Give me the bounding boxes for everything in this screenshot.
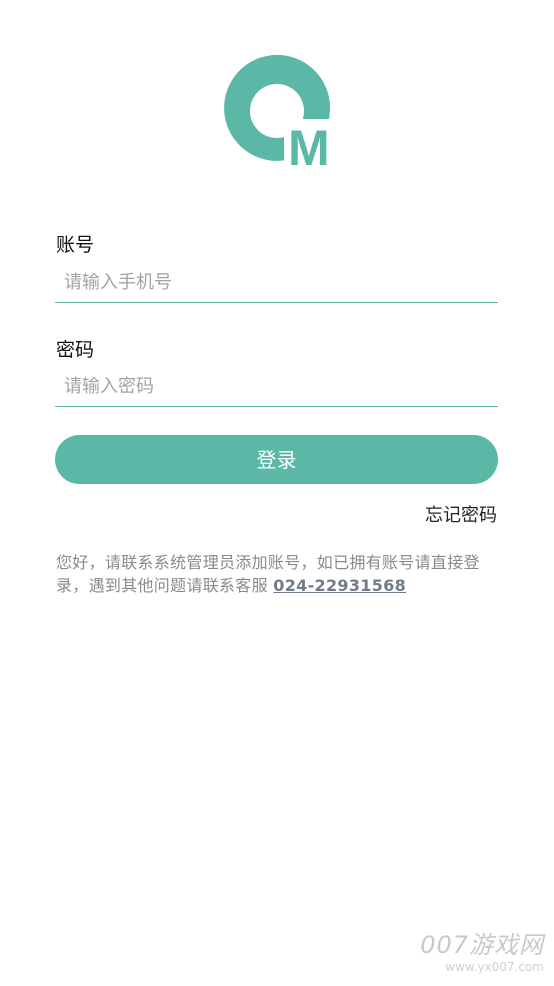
- account-field[interactable]: [55, 262, 498, 303]
- watermark-url: www.yx007.com: [445, 960, 544, 974]
- password-field[interactable]: [55, 366, 498, 407]
- help-notice-text: 您好，请联系系统管理员添加账号，如已拥有账号请直接登录，遇到其他问题请联系客服: [56, 553, 480, 595]
- account-label: 账号: [56, 234, 95, 256]
- help-notice: 您好，请联系系统管理员添加账号，如已拥有账号请直接登录，遇到其他问题请联系客服 …: [56, 551, 500, 597]
- support-phone-link[interactable]: 024-22931568: [273, 576, 406, 595]
- login-button[interactable]: 登录: [55, 435, 498, 484]
- forgot-password-link[interactable]: 忘记密码: [425, 501, 497, 527]
- logo-letter: M: [288, 120, 330, 167]
- watermark: 007游戏网 www.yx007.com: [420, 925, 544, 974]
- account-input[interactable]: [55, 262, 498, 302]
- watermark-main: 007游戏网: [420, 931, 544, 959]
- password-input[interactable]: [55, 366, 498, 406]
- app-logo: M: [218, 49, 336, 176]
- qm-logo-icon: M: [224, 54, 336, 176]
- password-label: 密码: [56, 339, 95, 361]
